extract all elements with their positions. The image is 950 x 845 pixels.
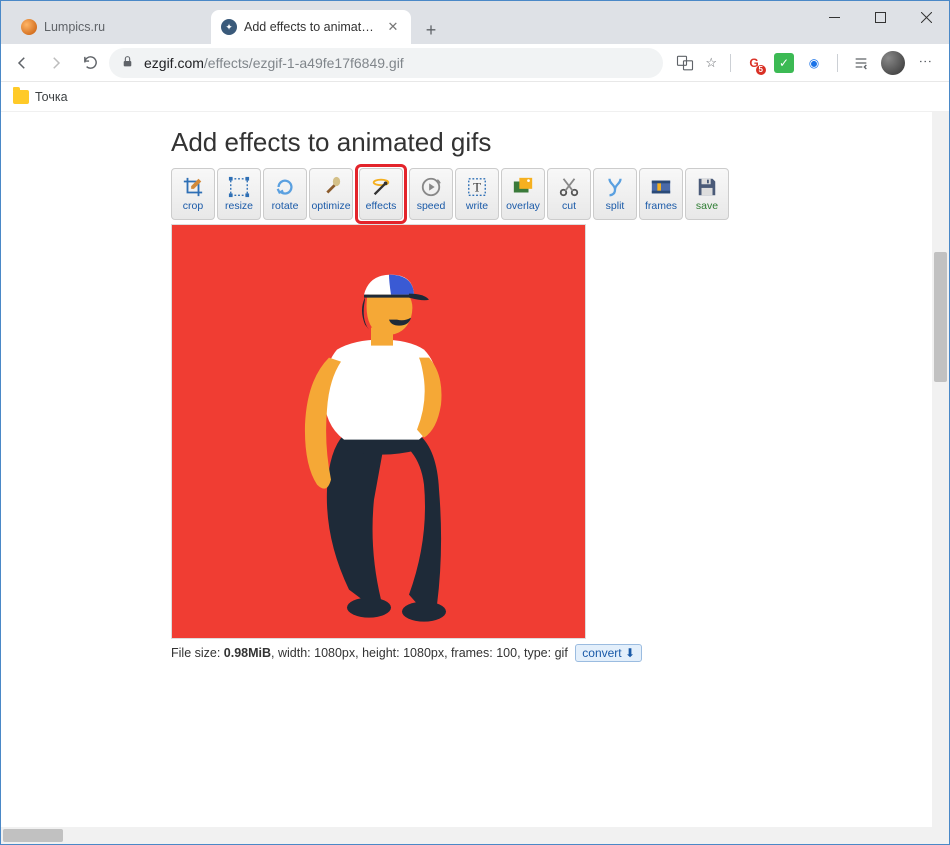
bookmarks-bar: Точка [1, 82, 949, 112]
frames-icon [649, 176, 673, 198]
window-maximize-button[interactable] [857, 1, 903, 33]
url-path: /effects/ezgif-1-a49fe17f6849.gif [204, 55, 404, 71]
tool-speed[interactable]: speed [409, 168, 453, 220]
browser-tab-inactive[interactable]: Lumpics.ru [11, 10, 211, 44]
info-prefix: File size: [171, 646, 224, 660]
scroll-thumb[interactable] [934, 252, 947, 382]
bookmark-folder[interactable]: Точка [13, 90, 68, 104]
highlight-annotation: effects [355, 164, 407, 224]
window-close-button[interactable] [903, 1, 949, 33]
separator [730, 54, 731, 72]
bookmark-label: Точка [35, 90, 68, 104]
window-controls [811, 1, 949, 33]
tool-label: frames [645, 200, 677, 212]
file-info: File size: 0.98MiB, width: 1080px, heigh… [171, 644, 949, 662]
tool-save[interactable]: save [685, 168, 729, 220]
tool-label: split [606, 200, 625, 212]
convert-button[interactable]: convert [575, 644, 642, 662]
tool-cut[interactable]: cut [547, 168, 591, 220]
tool-crop[interactable]: crop [171, 168, 215, 220]
info-width: 1080px [314, 646, 355, 660]
save-icon [695, 176, 719, 198]
tool-label: save [696, 200, 718, 212]
optimize-icon [319, 176, 343, 198]
tool-write[interactable]: T write [455, 168, 499, 220]
url-text: ezgif.com/effects/ezgif-1-a49fe17f6849.g… [144, 55, 404, 71]
info-frames: 100 [496, 646, 517, 660]
vertical-scrollbar[interactable] [932, 112, 949, 844]
url-host: ezgif.com [144, 55, 204, 71]
info-size: 0.98MiB [224, 646, 271, 660]
tab-title: Lumpics.ru [44, 20, 201, 34]
reading-list-icon[interactable] [851, 53, 871, 73]
nav-reload-button[interactable] [75, 48, 105, 78]
profile-avatar[interactable] [881, 51, 905, 75]
horizontal-scrollbar[interactable] [1, 827, 932, 844]
tool-label: write [466, 200, 488, 212]
badge-count: 5 [756, 65, 766, 75]
info-mid: , frames: [444, 646, 496, 660]
tool-label: crop [183, 200, 203, 212]
tool-label: optimize [311, 200, 350, 212]
speed-icon [419, 176, 443, 198]
page-title: Add effects to animated gifs [171, 127, 949, 158]
folder-icon [13, 90, 29, 104]
effects-icon [369, 176, 393, 198]
info-type: gif [555, 646, 568, 660]
address-bar-row: ezgif.com/effects/ezgif-1-a49fe17f6849.g… [1, 44, 949, 82]
tool-row: crop resize rotate optimize effects [171, 168, 949, 220]
write-icon: T [465, 176, 489, 198]
chrome-menu-button[interactable]: ⋮ [915, 55, 935, 70]
tool-label: effects [366, 200, 397, 212]
tool-split[interactable]: split [593, 168, 637, 220]
info-mid: , type: [517, 646, 555, 660]
extension-gmail-icon[interactable]: G5 [744, 53, 764, 73]
extension-globe-icon[interactable]: ◉ [804, 53, 824, 73]
overlay-icon [511, 176, 535, 198]
tool-overlay[interactable]: overlay [501, 168, 545, 220]
tool-label: cut [562, 200, 576, 212]
tool-label: rotate [272, 200, 299, 212]
browser-tab-active[interactable]: ✦ Add effects to animated gifs - gif ✕ [211, 10, 411, 44]
scroll-thumb[interactable] [3, 829, 63, 842]
extension-check-icon[interactable]: ✓ [774, 53, 794, 73]
translate-icon[interactable] [675, 53, 695, 73]
nav-forward-button[interactable] [41, 48, 71, 78]
info-mid: , width: [271, 646, 314, 660]
tool-frames[interactable]: frames [639, 168, 683, 220]
page-viewport: Add effects to animated gifs crop resize… [1, 112, 949, 844]
tab-title: Add effects to animated gifs - gif [244, 20, 378, 34]
svg-text:T: T [473, 181, 481, 195]
ezgif-favicon: ✦ [221, 19, 237, 35]
gif-preview [171, 224, 586, 639]
tool-effects[interactable]: effects [359, 168, 403, 220]
extension-area: ☆ G5 ✓ ◉ ⋮ [667, 51, 943, 75]
crop-icon [181, 176, 205, 198]
tab-close-icon[interactable]: ✕ [385, 19, 401, 35]
tool-rotate[interactable]: rotate [263, 168, 307, 220]
rotate-icon [273, 176, 297, 198]
bookmark-star-icon[interactable]: ☆ [705, 55, 717, 71]
new-tab-button[interactable]: + [417, 16, 445, 44]
chrome-titlebar: Lumpics.ru ✦ Add effects to animated gif… [1, 1, 949, 44]
window-minimize-button[interactable] [811, 1, 857, 33]
cut-icon [557, 176, 581, 198]
tool-label: overlay [506, 200, 540, 212]
info-mid: , height: [355, 646, 403, 660]
lumpics-favicon [21, 19, 37, 35]
page-content: Add effects to animated gifs crop resize… [1, 112, 949, 662]
lock-icon [121, 55, 134, 71]
nav-back-button[interactable] [7, 48, 37, 78]
tool-resize[interactable]: resize [217, 168, 261, 220]
split-icon [603, 176, 627, 198]
info-height: 1080px [403, 646, 444, 660]
tool-label: resize [225, 200, 253, 212]
omnibox[interactable]: ezgif.com/effects/ezgif-1-a49fe17f6849.g… [109, 48, 663, 78]
tool-optimize[interactable]: optimize [309, 168, 353, 220]
character-illustration [269, 249, 489, 629]
resize-icon [227, 176, 251, 198]
separator [837, 54, 838, 72]
tool-label: speed [417, 200, 446, 212]
